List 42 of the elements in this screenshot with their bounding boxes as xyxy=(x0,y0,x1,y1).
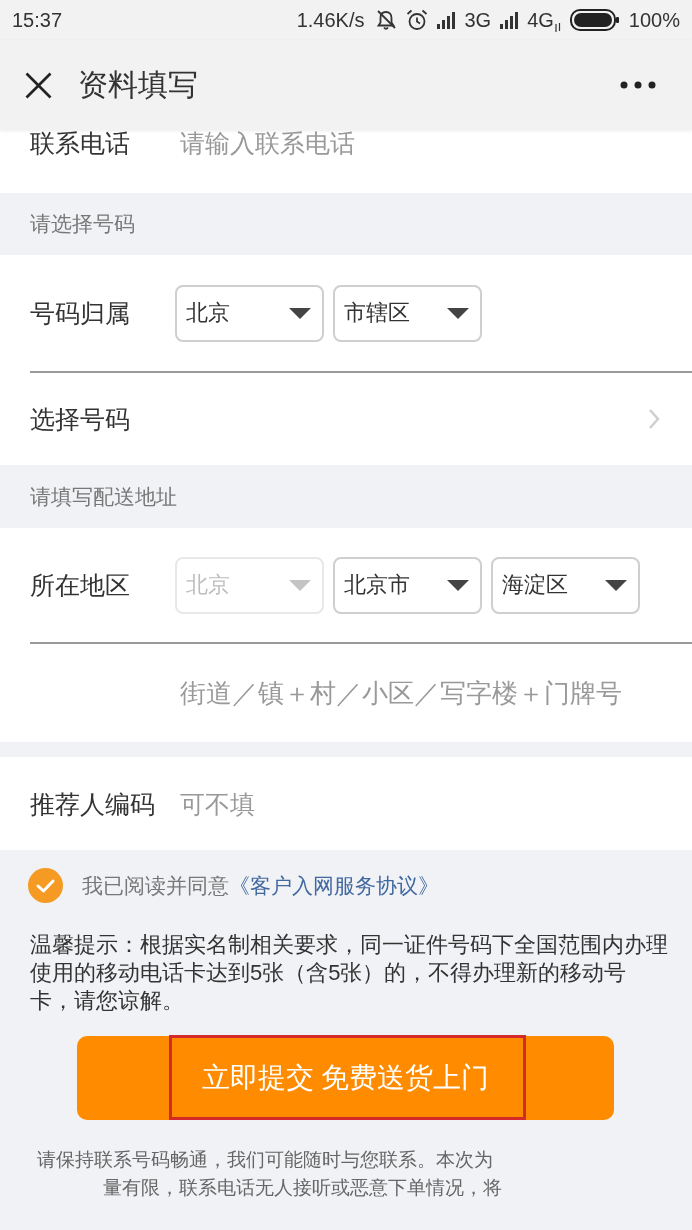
field-label: 所在地区 xyxy=(30,570,131,600)
dropdown-select[interactable]: 市辖区 xyxy=(333,284,482,342)
battery-percent-text: 100% xyxy=(628,8,680,32)
page-title: 资料填写 xyxy=(78,66,198,103)
dropdown-select[interactable]: 海淀区 xyxy=(491,556,640,614)
agreement-text: 我已阅读并同意《客户入网服务协议》 xyxy=(82,872,439,899)
phone-input[interactable]: 请输入联系电话 xyxy=(180,130,480,156)
footer-note: 请保持联系号码畅通，我们可能随时与您联系。本次为 xyxy=(37,1148,493,1172)
more-icon xyxy=(620,81,656,89)
more-button[interactable] xyxy=(620,81,656,89)
footer-note: 量有限，联系电话无人接听或恶意下单情况，将 xyxy=(103,1176,502,1200)
signal-icon xyxy=(437,11,456,29)
checkbox[interactable] xyxy=(28,868,63,903)
close-button[interactable] xyxy=(25,71,52,99)
alarm-clock-icon xyxy=(406,9,429,31)
address-input[interactable]: 街道／镇＋村／小区／写字楼＋门牌号 xyxy=(180,677,650,709)
caret-icon xyxy=(289,307,311,319)
status-time: 15:37 xyxy=(12,8,64,32)
agreement-link[interactable]: 《客户入网服务协议》 xyxy=(229,873,439,897)
field-label: 联系电话 xyxy=(30,130,131,156)
close-icon xyxy=(25,71,52,99)
dropdown-select[interactable]: 北京市 xyxy=(333,556,482,614)
caret-icon xyxy=(289,579,311,591)
choose-number-row[interactable]: 选择号码 xyxy=(0,373,692,465)
chevron-right-icon xyxy=(648,408,660,430)
section-title: 请选择号码 xyxy=(30,211,135,237)
referrer-input[interactable]: 可不填 xyxy=(180,788,380,819)
notice-text: 温馨提示：根据实名制相关要求，同一证件号码下全国范围内办理使用的移动电话卡达到5张（含5张）的，不得办理新的移动号卡，请您谅解。 xyxy=(29,931,669,1015)
network-type-text: 3G xyxy=(464,8,492,32)
caret-icon xyxy=(447,579,469,591)
network-type-text: 4G xyxy=(527,8,554,32)
caret-icon xyxy=(605,579,627,591)
caret-icon xyxy=(447,307,469,319)
muted-bell-icon xyxy=(375,9,398,31)
data-arrows-icon xyxy=(554,22,561,32)
section-title: 请填写配送地址 xyxy=(30,483,177,510)
signal-icon xyxy=(500,11,519,29)
network-speed-text: 1.46K/s xyxy=(296,8,365,32)
battery-icon xyxy=(569,9,620,31)
field-label: 推荐人编码 xyxy=(30,788,156,819)
dropdown-select[interactable]: 北京 xyxy=(175,284,324,342)
field-label: 号码归属 xyxy=(30,298,131,328)
